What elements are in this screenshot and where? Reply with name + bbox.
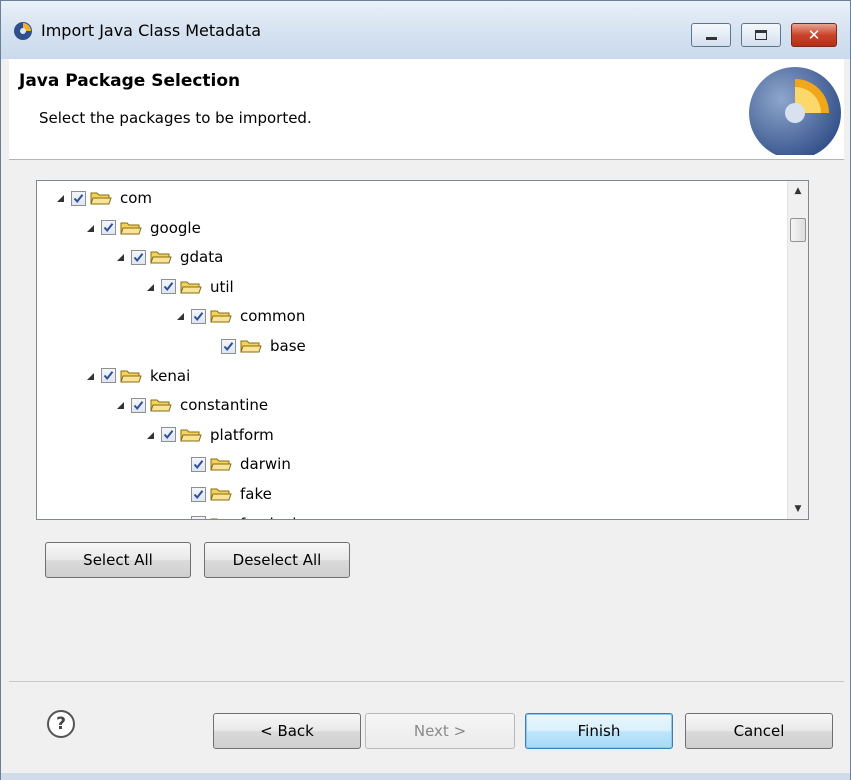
- minimize-button[interactable]: [691, 23, 731, 47]
- package-folder-icon: [120, 370, 142, 383]
- tree-item-label: gdata: [180, 248, 224, 267]
- tree-item-checkbox[interactable]: [101, 220, 116, 236]
- tree-item[interactable]: freebsd: [175, 511, 296, 520]
- maximize-icon: [755, 30, 767, 40]
- maximize-button[interactable]: [741, 23, 781, 47]
- scroll-up-icon[interactable]: ▲: [788, 181, 808, 201]
- close-button[interactable]: ✕: [791, 23, 837, 47]
- minimize-icon: [706, 37, 717, 40]
- tree-item-checkbox[interactable]: [131, 249, 146, 265]
- page-description: Select the packages to be imported.: [39, 109, 312, 127]
- wizard-body: com google gdata util common base kenai constan…: [9, 160, 844, 773]
- tree-item[interactable]: fake: [175, 481, 272, 507]
- wizard-logo-icon: [749, 67, 841, 155]
- footer-separator: [9, 681, 844, 682]
- tree-item[interactable]: kenai: [85, 363, 190, 389]
- expand-toggle-icon[interactable]: [85, 223, 95, 233]
- tree-item[interactable]: common: [175, 303, 305, 329]
- tree-item-label: common: [240, 307, 306, 326]
- finish-button[interactable]: Finish: [525, 713, 673, 749]
- tree-item-checkbox[interactable]: [221, 338, 236, 354]
- expand-toggle-icon[interactable]: [145, 430, 155, 440]
- package-folder-icon: [180, 281, 202, 294]
- help-icon[interactable]: ?: [47, 710, 75, 738]
- tree-item-checkbox[interactable]: [161, 427, 176, 443]
- tree-item-checkbox[interactable]: [101, 368, 116, 384]
- dialog-window: Import Java Class Metadata ✕ Java Packag…: [0, 0, 851, 780]
- tree-item-checkbox[interactable]: [191, 516, 206, 519]
- page-title: Java Package Selection: [19, 71, 241, 91]
- tree-item-checkbox[interactable]: [161, 279, 176, 295]
- select-all-button[interactable]: Select All: [45, 542, 191, 578]
- package-folder-icon: [90, 192, 112, 205]
- tree-item[interactable]: darwin: [175, 451, 291, 477]
- tree-item[interactable]: constantine: [115, 392, 268, 418]
- package-folder-icon: [150, 251, 172, 264]
- tree-item[interactable]: com: [55, 185, 152, 211]
- next-button[interactable]: Next >: [365, 713, 515, 749]
- window-bottom-edge: [1, 773, 850, 780]
- tree-item-label: com: [120, 189, 153, 207]
- deselect-all-button[interactable]: Deselect All: [204, 542, 350, 578]
- scroll-thumb[interactable]: [790, 218, 806, 242]
- package-tree[interactable]: com google gdata util common base kenai constan…: [36, 180, 809, 520]
- expand-toggle-icon[interactable]: [145, 282, 155, 292]
- tree-item-label: constantine: [180, 396, 269, 415]
- tree-item[interactable]: platform: [145, 422, 274, 448]
- wizard-banner: Java Package Selection Select the packag…: [9, 59, 844, 160]
- close-icon: ✕: [807, 26, 821, 44]
- tree-item-label: google: [150, 218, 201, 237]
- tree-item-label: freebsd: [240, 515, 296, 519]
- title-bar[interactable]: Import Java Class Metadata ✕: [1, 1, 850, 59]
- package-folder-icon: [210, 310, 232, 323]
- window-title: Import Java Class Metadata: [41, 21, 262, 40]
- expand-toggle-icon[interactable]: [115, 252, 125, 262]
- package-folder-icon: [210, 488, 232, 501]
- tree-item-checkbox[interactable]: [191, 308, 206, 324]
- tree-item[interactable]: gdata: [115, 244, 223, 270]
- tree-item-label: platform: [210, 425, 274, 444]
- package-folder-icon: [120, 222, 142, 235]
- tree-item[interactable]: util: [145, 274, 234, 300]
- app-logo-icon: [14, 22, 32, 40]
- cancel-button[interactable]: Cancel: [685, 713, 833, 749]
- tree-item-checkbox[interactable]: [71, 190, 86, 206]
- tree-item-checkbox[interactable]: [191, 456, 206, 472]
- scroll-down-icon[interactable]: ▼: [788, 499, 808, 519]
- tree-item-label: darwin: [240, 455, 291, 474]
- package-folder-icon: [210, 518, 219, 519]
- package-folder-icon: [210, 458, 232, 471]
- expand-toggle-icon[interactable]: [115, 400, 125, 410]
- tree-item-checkbox[interactable]: [191, 486, 206, 502]
- package-folder-icon: [180, 429, 202, 442]
- expand-toggle-icon[interactable]: [175, 311, 185, 321]
- tree-item[interactable]: base: [205, 333, 306, 359]
- package-folder-icon: [150, 399, 172, 412]
- expand-toggle-icon[interactable]: [85, 371, 95, 381]
- tree-item-label: base: [270, 337, 306, 355]
- expand-toggle-icon[interactable]: [55, 193, 65, 203]
- package-folder-icon: [240, 340, 262, 353]
- tree-item[interactable]: google: [85, 215, 201, 241]
- tree-item-label: kenai: [150, 366, 191, 385]
- back-button[interactable]: < Back: [213, 713, 361, 749]
- tree-scrollbar[interactable]: ▲ ▼: [787, 181, 808, 519]
- tree-item-checkbox[interactable]: [131, 397, 146, 413]
- tree-item-label: fake: [240, 485, 272, 503]
- tree-item-label: util: [210, 277, 234, 296]
